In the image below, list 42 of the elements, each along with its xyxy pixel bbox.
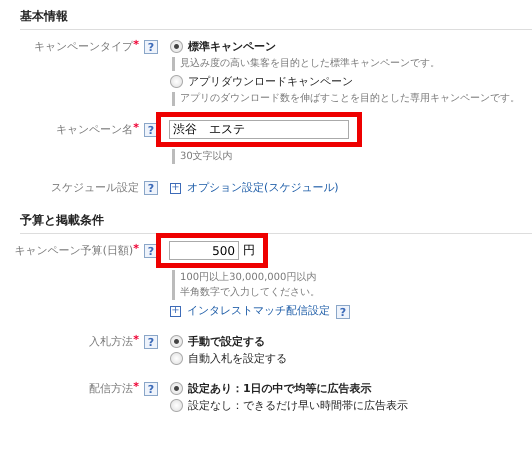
option-link[interactable]: インタレストマッチ配信設定 <box>187 302 330 320</box>
option-label[interactable]: アプリダウンロードキャンペーン <box>188 73 353 90</box>
help-icon[interactable]: ? <box>144 181 158 195</box>
option-link[interactable]: オプション設定(スケジュール) <box>187 179 339 197</box>
field-label: キャンペーン名 <box>56 122 134 138</box>
field-label: 入札方法 <box>89 334 134 350</box>
hint-text: 半角数字で入力してください。 <box>180 286 321 300</box>
radio-button[interactable] <box>170 352 183 365</box>
unit-label: 円 <box>243 242 255 259</box>
field-label: キャンペーン予算(日額) <box>14 243 134 259</box>
field-label: スケジュール設定 <box>51 180 139 196</box>
required-mark: * <box>133 121 139 134</box>
required-mark: * <box>133 333 139 346</box>
radio-button[interactable] <box>170 399 183 412</box>
expand-toggle[interactable]: + <box>170 306 181 316</box>
radio-button[interactable] <box>170 382 183 395</box>
radio-button[interactable] <box>170 40 183 53</box>
help-icon[interactable]: ? <box>336 305 350 319</box>
option-description: アプリのダウンロード数を伸ばすことを目的とした専用キャンペーンです。 <box>172 92 532 106</box>
help-icon[interactable]: ? <box>144 382 158 396</box>
option-label[interactable]: 設定なし：できるだけ早い時間帯に広告表示 <box>188 397 408 414</box>
required-mark: * <box>133 38 139 51</box>
help-icon[interactable]: ? <box>144 40 158 54</box>
section-title: 基本情報 <box>20 0 532 30</box>
expand-toggle[interactable]: + <box>170 182 181 194</box>
option-label[interactable]: 標準キャンペーン <box>188 38 276 55</box>
radio-button[interactable] <box>170 335 183 348</box>
field-label: 配信方法 <box>89 381 134 397</box>
required-mark: * <box>133 242 139 255</box>
help-icon[interactable]: ? <box>144 335 158 349</box>
field-label: キャンペーンタイプ <box>34 39 134 55</box>
option-label[interactable]: 手動で設定する <box>188 333 265 350</box>
required-mark: * <box>133 380 139 393</box>
section-title: 予算と掲載条件 <box>20 204 532 234</box>
option-label[interactable]: 自動入札を設定する <box>188 350 287 367</box>
radio-button[interactable] <box>170 75 183 88</box>
hint-text: 100円以上30,000,000円以内 <box>180 270 318 285</box>
option-description: 見込み度の高い集客を目的とした標準キャンペーンです。 <box>172 57 532 71</box>
option-label[interactable]: 設定あり：1日の中で均等に広告表示 <box>188 380 372 397</box>
name-input[interactable]: 渋谷 エステ <box>169 120 349 139</box>
budget-input[interactable]: 500 <box>169 241 239 260</box>
hint-text: 30文字以内 <box>180 150 234 164</box>
